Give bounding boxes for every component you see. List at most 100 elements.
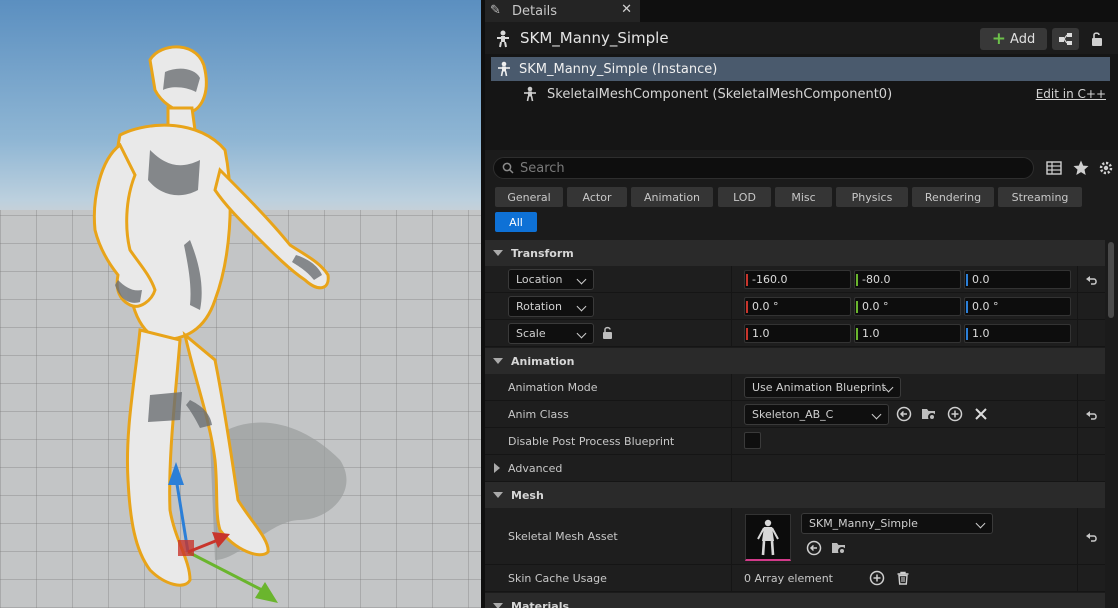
unlock-icon[interactable]: [600, 325, 616, 341]
chevron-down-icon: [576, 301, 587, 312]
collapse-arrow-icon: [493, 492, 503, 498]
browse-folder-icon[interactable]: [831, 540, 847, 556]
property-grid: Transform Location -160.0 -80.0 0.0 Rota…: [485, 238, 1118, 608]
location-z-field[interactable]: 0.0: [964, 270, 1071, 289]
anim-class-dropdown[interactable]: Skeleton_AB_C: [744, 404, 889, 425]
skeletal-mesh-icon: [497, 30, 509, 48]
advanced-label: Advanced: [508, 462, 563, 475]
tree-item-instance[interactable]: SKM_Manny_Simple (Instance): [491, 57, 1110, 81]
panel-tab-bar: ✎ Details ✕: [485, 0, 1118, 22]
location-mode-dropdown[interactable]: Location: [508, 269, 594, 290]
category-transform-label: Transform: [511, 246, 574, 260]
rotation-label: Rotation: [516, 300, 563, 313]
location-x-field[interactable]: -160.0: [744, 270, 851, 289]
trash-icon[interactable]: [895, 570, 911, 586]
search-input[interactable]: [520, 160, 1020, 176]
animation-mode-dropdown[interactable]: Use Animation Blueprint: [744, 377, 901, 398]
filter-physics[interactable]: Physics: [836, 187, 908, 207]
filter-rendering[interactable]: Rendering: [912, 187, 994, 207]
chevron-down-icon: [871, 409, 882, 420]
property-grid-scrollbar[interactable]: [1105, 238, 1118, 608]
component-tree: SKM_Manny_Simple (Instance) SkeletalMesh…: [485, 54, 1118, 150]
rotation-x-field[interactable]: 0.0 °: [744, 297, 851, 316]
add-component-button[interactable]: + Add: [980, 28, 1047, 50]
location-y-field[interactable]: -80.0: [854, 270, 961, 289]
add-component-label: Add: [1010, 31, 1036, 47]
reset-to-default-icon[interactable]: [1085, 531, 1099, 543]
unlock-icon[interactable]: [1089, 31, 1105, 47]
blueprint-hierarchy-button[interactable]: [1052, 28, 1079, 50]
rotation-y-field[interactable]: 0.0 °: [854, 297, 961, 316]
filter-all[interactable]: All: [495, 212, 537, 232]
close-tab-icon[interactable]: ✕: [621, 2, 632, 17]
gear-icon[interactable]: [1097, 159, 1115, 177]
clear-icon[interactable]: [973, 406, 989, 422]
disable-post-process-checkbox[interactable]: [744, 432, 761, 449]
details-panel: ✎ Details ✕ SKM_Manny_Simple + Add SKM_M…: [485, 0, 1118, 608]
animation-mode-value: Use Animation Blueprint: [752, 381, 886, 394]
property-row-disable-post-process: Disable Post Process Blueprint: [485, 428, 1105, 455]
category-mesh-label: Mesh: [511, 488, 544, 502]
plus-icon: +: [991, 29, 1007, 49]
property-row-scale: Scale 1.0 1.0 1.0: [485, 320, 1105, 347]
property-row-skin-cache-usage: Skin Cache Usage 0 Array element: [485, 565, 1105, 592]
add-new-icon[interactable]: [947, 406, 963, 422]
collapse-arrow-icon: [493, 250, 503, 256]
scrollbar-thumb[interactable]: [1108, 242, 1114, 318]
disable-post-process-label: Disable Post Process Blueprint: [508, 435, 675, 448]
filter-streaming[interactable]: Streaming: [998, 187, 1082, 207]
use-selected-icon[interactable]: [806, 540, 822, 556]
search-and-filter-area: General Actor Animation LOD Misc Physics…: [485, 150, 1118, 238]
filter-animation[interactable]: Animation: [631, 187, 713, 207]
category-animation-label: Animation: [511, 354, 575, 368]
chevron-down-icon: [576, 328, 587, 339]
tree-item-component-label: SkeletalMeshComponent (SkeletalMeshCompo…: [547, 86, 893, 102]
add-element-icon[interactable]: [869, 570, 885, 586]
scale-label: Scale: [516, 327, 546, 340]
rotation-mode-dropdown[interactable]: Rotation: [508, 296, 594, 317]
skeletal-mesh-icon: [498, 61, 510, 77]
category-materials[interactable]: Materials: [485, 593, 1105, 608]
category-mesh[interactable]: Mesh: [485, 482, 1105, 508]
collapse-arrow-icon: [493, 603, 503, 608]
actor-header: SKM_Manny_Simple + Add: [485, 22, 1118, 54]
search-icon: [502, 162, 514, 174]
scale-z-field[interactable]: 1.0: [964, 324, 1071, 343]
filter-misc[interactable]: Misc: [775, 187, 832, 207]
property-row-advanced[interactable]: Advanced: [485, 455, 1105, 482]
reset-to-default-icon[interactable]: [1085, 274, 1099, 286]
edit-in-cpp-link[interactable]: Edit in C++: [1036, 87, 1106, 101]
level-viewport[interactable]: [0, 0, 481, 608]
scale-x-field[interactable]: 1.0: [744, 324, 851, 343]
property-row-location: Location -160.0 -80.0 0.0: [485, 266, 1105, 293]
category-animation[interactable]: Animation: [485, 348, 1105, 374]
location-label: Location: [516, 273, 563, 286]
anim-class-value: Skeleton_AB_C: [752, 408, 834, 421]
viewport-scene: [92, 45, 347, 603]
scale-y-field[interactable]: 1.0: [854, 324, 961, 343]
use-selected-icon[interactable]: [896, 406, 912, 422]
category-materials-label: Materials: [511, 599, 570, 608]
property-matrix-icon[interactable]: [1045, 159, 1063, 177]
property-row-animation-mode: Animation Mode Use Animation Blueprint: [485, 374, 1105, 401]
reset-to-default-icon[interactable]: [1085, 409, 1099, 421]
category-transform[interactable]: Transform: [485, 240, 1105, 266]
search-box[interactable]: [493, 157, 1034, 179]
scale-mode-dropdown[interactable]: Scale: [508, 323, 594, 344]
tab-details[interactable]: ✎ Details ✕: [485, 0, 640, 22]
tab-details-label: Details: [512, 3, 558, 19]
mesh-asset-thumbnail[interactable]: [745, 514, 791, 561]
animation-mode-label: Animation Mode: [508, 381, 598, 394]
tree-item-skeletal-mesh-component[interactable]: SkeletalMeshComponent (SkeletalMeshCompo…: [491, 82, 1110, 106]
browse-folder-icon[interactable]: [921, 406, 937, 422]
mannequin-thumbnail-icon: [757, 519, 779, 556]
rotation-z-field[interactable]: 0.0 °: [964, 297, 1071, 316]
filter-general[interactable]: General: [495, 187, 563, 207]
filter-actor[interactable]: Actor: [567, 187, 627, 207]
anim-class-label: Anim Class: [508, 408, 569, 421]
skeletal-mesh-asset-dropdown[interactable]: SKM_Manny_Simple: [801, 513, 993, 534]
filter-lod[interactable]: LOD: [718, 187, 771, 207]
skeletal-mesh-icon: [524, 86, 536, 102]
skeletal-mesh-asset-value: SKM_Manny_Simple: [809, 517, 918, 530]
star-icon[interactable]: [1072, 159, 1090, 177]
